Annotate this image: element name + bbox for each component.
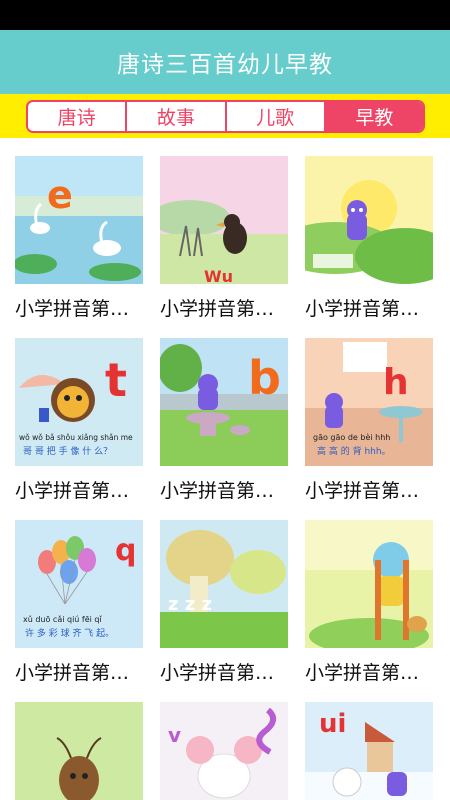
hanzi-subtitle: 许 多 彩 球 齐 飞 起。 [25,627,114,639]
video-card[interactable]: ui [305,702,433,800]
rabbit-stilts-illustration [305,520,433,648]
video-thumbnail[interactable]: z z z [160,520,288,648]
video-card[interactable]: z z z 小学拼音第… [160,520,288,685]
video-thumbnail[interactable]: t wǒ wǒ bǎ shǒu xiǎng shǎn me 哥 哥 把 手 像 … [15,338,143,466]
video-card[interactable]: v [160,702,288,800]
bird-umbrella-illustration: t wǒ wǒ bǎ shǒu xiǎng shǎn me 哥 哥 把 手 像 … [15,338,143,466]
category-tab-strip: 唐诗 故事 儿歌 早教 [0,94,450,138]
tab-label: 故事 [156,107,195,129]
status-bar [0,0,450,30]
video-card[interactable] [15,702,143,800]
video-card[interactable]: b 小学拼音第… [160,338,288,503]
video-grid[interactable]: e 小学拼音第… Wu 小学拼音第… 小学拼音第… t wǒ wǒ bǎ shǒ… [0,138,450,800]
video-card[interactable]: Wu 小学拼音第… [160,156,288,321]
video-title: 小学拼音第… [15,298,130,320]
video-title: 小学拼音第… [15,480,130,502]
tab-label: 唐诗 [57,107,96,129]
video-thumbnail[interactable] [305,156,433,284]
video-title: 小学拼音第… [160,298,275,320]
video-title: 小学拼音第… [305,662,420,684]
snow-village-illustration: ui [305,702,433,800]
video-thumbnail[interactable]: h gāo gāo de bèi hhh 高 高 的 背 hhh。 [305,338,433,466]
video-thumbnail[interactable]: Wu [160,156,288,284]
pinyin-subtitle: gāo gāo de bèi hhh [313,432,390,442]
mushrooms-illustration: z z z [160,520,288,648]
video-thumbnail[interactable]: v [160,702,288,800]
letter-q: q [115,533,136,568]
cat-park-illustration: b [160,338,288,466]
cat-room-illustration: h gāo gāo de bèi hhh 高 高 的 背 hhh。 [305,338,433,466]
letter-b: b [248,351,281,405]
video-thumbnail[interactable] [305,520,433,648]
pinyin-subtitle: xǔ duō cǎi qiú fēi qǐ [23,615,102,624]
app-title: 唐诗三百首幼儿早教 [117,52,333,78]
letter-ui: ui [319,709,346,739]
category-tabs: 唐诗 故事 儿歌 早教 [26,100,425,133]
letter-wu: Wu [204,267,233,284]
app-header: 唐诗三百首幼儿早教 [0,30,450,94]
video-title: 小学拼音第… [160,662,275,684]
pinyin-subtitle: wǒ wǒ bǎ shǒu xiǎng shǎn me [19,433,133,442]
letter-e: e [47,173,73,217]
tab-tangshi[interactable]: 唐诗 [28,102,128,131]
video-title: 小学拼音第… [160,480,275,502]
letter-z: z z z [168,594,212,615]
balloons-illustration: q xǔ duō cǎi qiú fēi qǐ 许 多 彩 球 齐 飞 起。 [15,520,143,648]
video-title: 小学拼音第… [15,662,130,684]
video-card[interactable]: t wǒ wǒ bǎ shǒu xiǎng shǎn me 哥 哥 把 手 像 … [15,338,143,503]
ant-grass-illustration [15,702,143,800]
hanzi-subtitle: 高 高 的 背 hhh。 [317,445,391,457]
video-thumbnail[interactable]: ui [305,702,433,800]
letter-v: v [168,723,181,747]
video-title: 小学拼音第… [305,480,420,502]
cat-sunrise-illustration [305,156,433,284]
video-card[interactable]: h gāo gāo de bèi hhh 高 高 的 背 hhh。 小学拼音第… [305,338,433,503]
video-card[interactable]: q xǔ duō cǎi qiú fēi qǐ 许 多 彩 球 齐 飞 起。 小… [15,520,143,685]
video-card[interactable]: e 小学拼音第… [15,156,143,321]
video-card[interactable]: 小学拼音第… [305,156,433,321]
video-thumbnail[interactable]: b [160,338,288,466]
hanzi-subtitle: 哥 哥 把 手 像 什 么？ [23,445,112,457]
video-title: 小学拼音第… [305,298,420,320]
tab-zaojiao[interactable]: 早教 [325,102,423,131]
tab-gushi[interactable]: 故事 [127,102,227,131]
tab-label: 儿歌 [256,107,295,129]
tab-label: 早教 [355,107,394,129]
mouse-letters-illustration: v [160,702,288,800]
video-thumbnail[interactable]: q xǔ duō cǎi qiú fēi qǐ 许 多 彩 球 齐 飞 起。 [15,520,143,648]
crow-field-illustration: Wu [160,156,288,284]
video-card[interactable]: 小学拼音第… [305,520,433,685]
tab-erge[interactable]: 儿歌 [227,102,326,131]
letter-t: t [105,353,127,407]
video-thumbnail[interactable] [15,702,143,800]
video-thumbnail[interactable]: e [15,156,143,284]
lake-swans-illustration: e [15,156,143,284]
letter-h: h [383,362,409,403]
